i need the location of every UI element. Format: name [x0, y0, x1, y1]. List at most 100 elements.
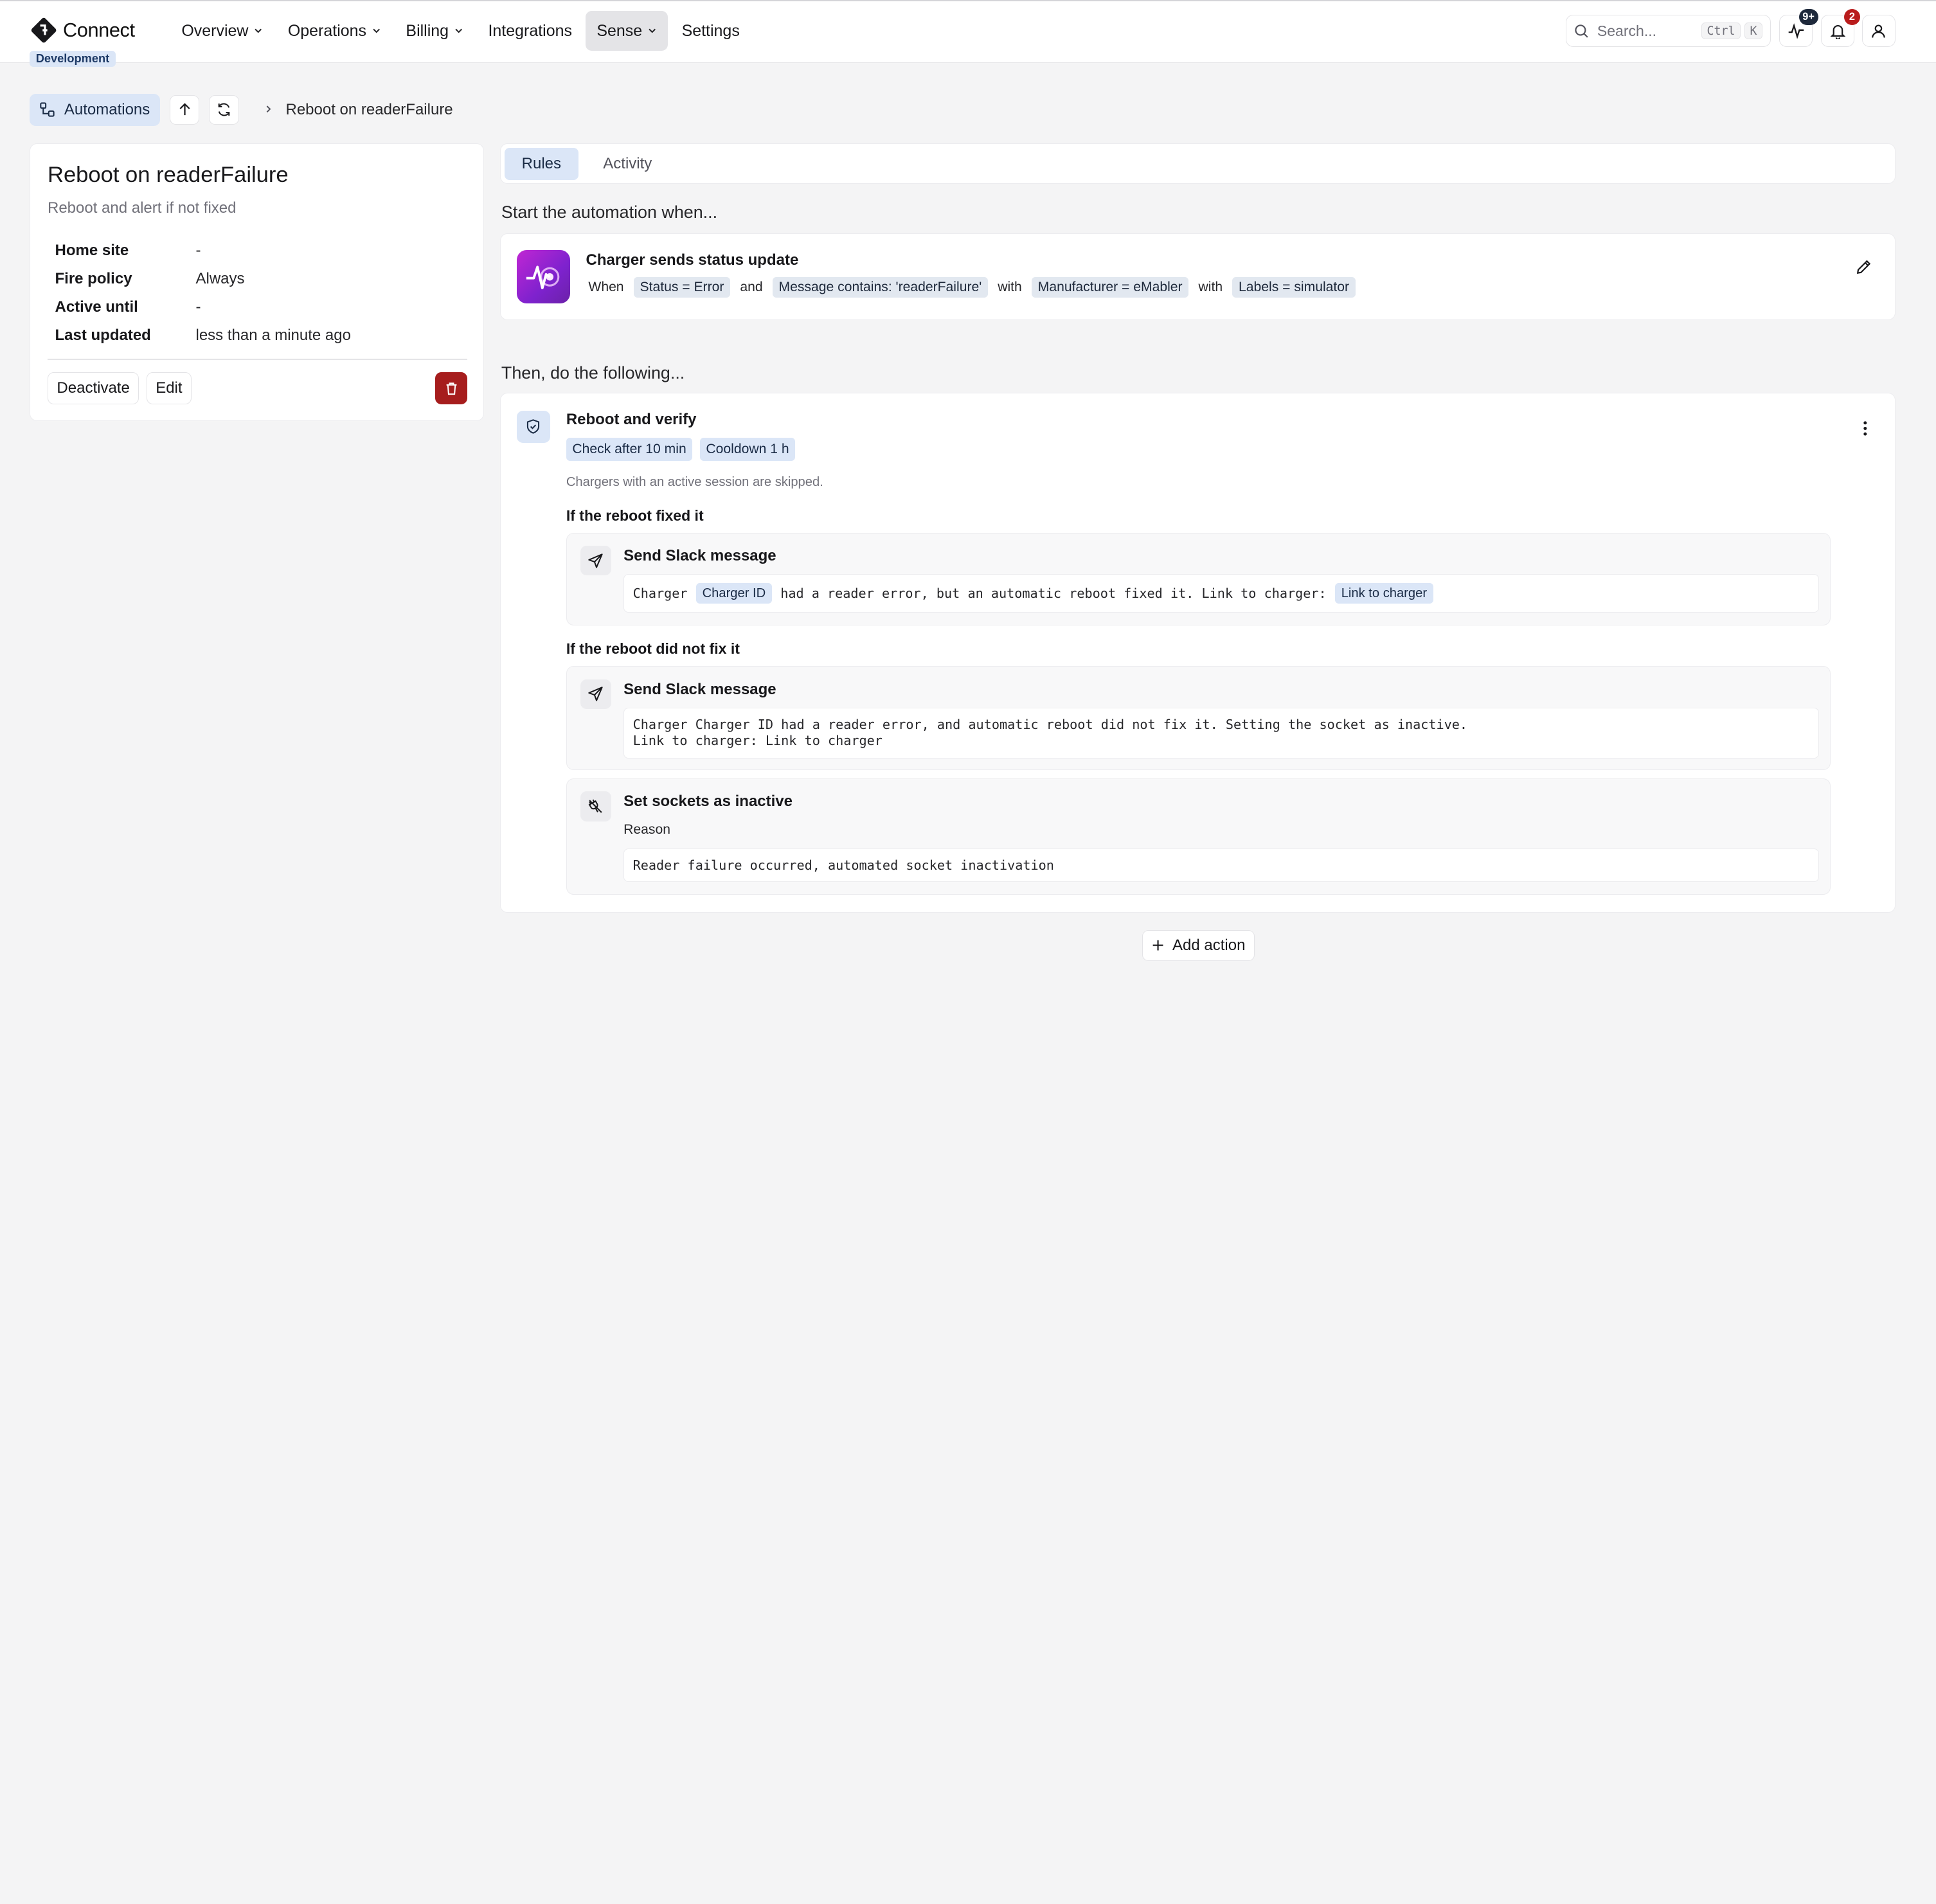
set-inactive-step: Set sockets as inactive Reason Reader fa…	[566, 778, 1831, 895]
deactivate-button[interactable]: Deactivate	[47, 372, 139, 405]
message-line: Charger Charger ID had a reader error, a…	[632, 717, 1468, 733]
slack-message-box: Charger Charger ID had a reader error, b…	[623, 574, 1819, 613]
trigger-heading: Start the automation when...	[501, 202, 718, 222]
detail-key: Active until	[55, 298, 138, 316]
plug-off-icon	[580, 791, 611, 822]
condition-chip: Labels = simulator	[1232, 277, 1356, 298]
action-settings-chips: Check after 10 min Cooldown 1 h	[566, 438, 796, 461]
nav-settings[interactable]: Settings	[670, 11, 751, 50]
variable-chip: Charger ID	[696, 582, 772, 604]
bell-icon	[1830, 24, 1846, 40]
step-title: Send Slack message	[623, 547, 776, 565]
workflow-icon	[40, 102, 55, 118]
breadcrumb-automations-label: Automations	[64, 100, 150, 118]
refresh-button[interactable]	[209, 94, 239, 125]
notifications-button[interactable]: 2	[1821, 9, 1860, 47]
edit-trigger-pencil-icon[interactable]	[1855, 258, 1872, 281]
trash-icon	[446, 382, 457, 395]
delete-button[interactable]	[435, 372, 468, 405]
search-icon	[1575, 24, 1588, 38]
breadcrumb-automations[interactable]: Automations	[30, 93, 160, 126]
actions-card: Reboot and verify Check after 10 min Coo…	[500, 392, 1896, 913]
shortcut-key-ctrl: Ctrl	[1701, 22, 1741, 40]
plus-icon	[1153, 940, 1163, 951]
nav-billing[interactable]: Billing	[395, 11, 474, 50]
breadcrumb-current: Reboot on readerFailure	[285, 100, 453, 118]
add-action-label: Add action	[1172, 936, 1246, 954]
tabs: Rules Activity	[504, 147, 669, 180]
condition-chip: Status = Error	[633, 277, 731, 298]
activity-badge: 9+	[1798, 9, 1818, 26]
detail-row-fire-policy: Fire policy Always	[55, 265, 351, 293]
send-icon	[580, 546, 611, 576]
automation-description: Reboot and alert if not fixed	[47, 199, 237, 217]
activity-button[interactable]: 9+	[1779, 9, 1818, 47]
trigger-conditions: When Status = Error and Message contains…	[586, 277, 1356, 298]
nav-sense-label: Sense	[596, 21, 643, 40]
condition-chip: Message contains: 'readerFailure'	[772, 277, 988, 298]
automation-details-card: Reboot on readerFailure Reboot and alert…	[30, 143, 485, 422]
divider	[47, 359, 468, 360]
user-menu-button[interactable]	[1861, 15, 1896, 47]
detail-value: -	[195, 241, 201, 259]
condition-connector: When	[588, 280, 624, 295]
chevron-down-icon	[373, 28, 380, 33]
page: Connect Development Overview Operations …	[0, 0, 1936, 992]
message-line: Link to charger: Link to charger	[632, 733, 883, 749]
fixed-branch-heading: If the reboot fixed it	[566, 507, 704, 524]
chevron-right-icon	[264, 102, 273, 118]
condition-chip: Manufacturer = eMabler	[1032, 277, 1189, 298]
detail-key: Last updated	[55, 327, 151, 345]
tab-activity[interactable]: Activity	[586, 148, 669, 180]
reason-box: Reader failure occurred, automated socke…	[623, 848, 1819, 882]
trigger-title: Charger sends status update	[586, 251, 799, 269]
search-shortcut: Ctrl K	[1701, 22, 1763, 40]
detail-key: Home site	[55, 241, 129, 259]
nav-operations[interactable]: Operations	[277, 11, 393, 50]
reason-label: Reason	[623, 822, 670, 838]
detail-row-home-site: Home site -	[55, 237, 351, 265]
condition-connector: with	[998, 280, 1022, 295]
search-placeholder: Search...	[1597, 22, 1657, 39]
nav-overview-label: Overview	[181, 21, 249, 40]
nav-integrations-label: Integrations	[488, 21, 572, 40]
detail-key: Fire policy	[55, 270, 132, 288]
connect-logo-icon	[30, 16, 58, 44]
add-action-button[interactable]: Add action	[1142, 930, 1255, 961]
nav-overview[interactable]: Overview	[170, 11, 274, 50]
search-input[interactable]: Search... Ctrl K	[1565, 15, 1771, 47]
actions-heading: Then, do the following...	[501, 363, 685, 382]
message-text: Charger	[632, 585, 688, 601]
more-options-icon[interactable]	[1863, 418, 1868, 441]
app-name: Connect	[62, 19, 135, 42]
detail-row-active-until: Active until -	[55, 293, 351, 321]
nav-sense[interactable]: Sense	[586, 11, 668, 51]
activity-pulse-icon	[1788, 22, 1804, 39]
message-text: had a reader error, but an automatic reb…	[780, 585, 1327, 601]
check-after-chip: Check after 10 min	[566, 438, 693, 461]
arrow-up-icon	[179, 103, 190, 116]
top-navigation-bar: Connect Development Overview Operations …	[0, 0, 1936, 67]
automation-actions: Deactivate Edit	[47, 372, 192, 405]
sense-trigger-icon	[516, 250, 570, 303]
tab-rules[interactable]: Rules	[504, 147, 578, 180]
nav-operations-label: Operations	[287, 21, 366, 40]
cooldown-chip: Cooldown 1 h	[699, 438, 796, 461]
top-border	[0, 0, 1936, 1]
edit-button[interactable]: Edit	[146, 372, 192, 405]
notifications-badge: 2	[1843, 9, 1860, 26]
condition-connector: and	[740, 280, 763, 295]
app-logo[interactable]: Connect	[30, 16, 135, 44]
not-fixed-branch-heading: If the reboot did not fix it	[566, 640, 740, 658]
main-nav: Overview Operations Billing Integrations…	[170, 11, 751, 51]
breadcrumb: Automations Reboot on readerFailure	[30, 93, 453, 126]
navigate-up-button[interactable]	[169, 94, 200, 125]
nav-integrations[interactable]: Integrations	[477, 11, 583, 50]
nav-settings-label: Settings	[681, 21, 740, 40]
variable-chip: Link to charger	[1335, 582, 1433, 604]
user-icon	[1872, 24, 1886, 38]
chevron-down-icon	[455, 28, 462, 33]
automation-title: Reboot on readerFailure	[47, 162, 289, 187]
trigger-card: Charger sends status update When Status …	[500, 233, 1896, 320]
condition-connector: with	[1198, 280, 1223, 295]
